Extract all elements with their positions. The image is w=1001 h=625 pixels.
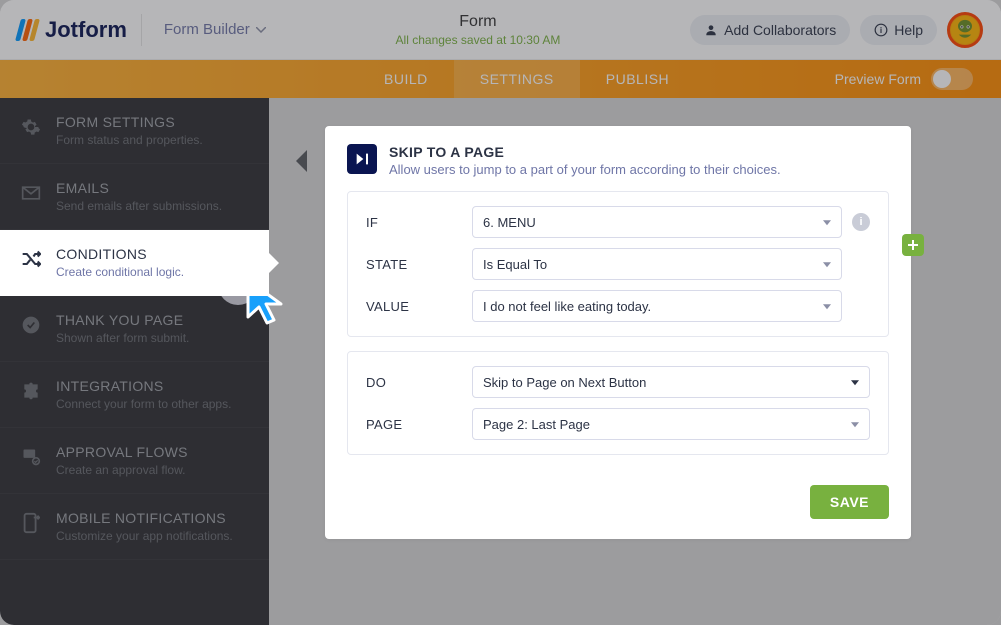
help-button[interactable]: i Help bbox=[860, 15, 937, 45]
condition-do-block: DO Skip to Page on Next Button PAGE Page… bbox=[347, 351, 889, 455]
tab-bar: BUILD SETTINGS PUBLISH Preview Form bbox=[0, 60, 1001, 98]
add-collaborators-button[interactable]: Add Collaborators bbox=[690, 15, 850, 45]
panel-subtitle: Allow users to jump to a part of your fo… bbox=[389, 162, 781, 177]
info-icon: i bbox=[874, 23, 888, 37]
do-label: DO bbox=[366, 375, 472, 390]
preview-label: Preview Form bbox=[835, 71, 921, 87]
condition-if-block: IF 6. MENU i STATE Is Equal To VALUE I d… bbox=[347, 191, 889, 337]
tab-build[interactable]: BUILD bbox=[358, 60, 454, 98]
chevron-down-icon bbox=[256, 27, 266, 33]
page-select[interactable]: Page 2: Last Page bbox=[472, 408, 870, 440]
puzzle-icon bbox=[20, 380, 42, 402]
sidebar-item-integrations[interactable]: INTEGRATIONS Connect your form to other … bbox=[0, 362, 269, 428]
svg-text:i: i bbox=[880, 25, 882, 34]
form-title[interactable]: Form bbox=[459, 13, 496, 30]
settings-sidebar: FORM SETTINGS Form status and properties… bbox=[0, 98, 269, 625]
sidebar-item-mobile-notifications[interactable]: MOBILE NOTIFICATIONS Customize your app … bbox=[0, 494, 269, 560]
sidebar-item-sub: Connect your form to other apps. bbox=[56, 397, 231, 411]
person-icon bbox=[704, 23, 718, 37]
avatar[interactable] bbox=[947, 12, 983, 48]
top-bar: Jotform Form Builder Form All changes sa… bbox=[0, 0, 1001, 60]
sidebar-item-sub: Create an approval flow. bbox=[56, 463, 188, 477]
page-label: PAGE bbox=[366, 417, 472, 432]
if-label: IF bbox=[366, 215, 472, 230]
plus-icon bbox=[907, 239, 919, 251]
sidebar-item-label: INTEGRATIONS bbox=[56, 378, 231, 394]
sidebar-item-label: APPROVAL FLOWS bbox=[56, 444, 188, 460]
sidebar-item-label: MOBILE NOTIFICATIONS bbox=[56, 510, 233, 526]
logo-mark-icon bbox=[18, 19, 37, 41]
sidebar-item-sub: Shown after form submit. bbox=[56, 331, 189, 345]
sidebar-item-sub: Customize your app notifications. bbox=[56, 529, 233, 543]
info-icon[interactable]: i bbox=[852, 213, 870, 231]
sidebar-item-sub: Create conditional logic. bbox=[56, 265, 184, 279]
value-select[interactable]: I do not feel like eating today. bbox=[472, 290, 842, 322]
check-circle-icon bbox=[20, 314, 42, 336]
value-label: VALUE bbox=[366, 299, 472, 314]
skip-page-icon bbox=[347, 144, 377, 174]
sidebar-item-emails[interactable]: EMAILS Send emails after submissions. bbox=[0, 164, 269, 230]
sidebar-item-label: THANK YOU PAGE bbox=[56, 312, 189, 328]
sidebar-item-form-settings[interactable]: FORM SETTINGS Form status and properties… bbox=[0, 98, 269, 164]
sidebar-item-label: CONDITIONS bbox=[56, 246, 184, 262]
panel-title: SKIP TO A PAGE bbox=[389, 144, 781, 160]
stamp-icon bbox=[20, 446, 42, 468]
phone-icon bbox=[20, 512, 42, 534]
shuffle-icon bbox=[20, 248, 42, 270]
condition-panel: SKIP TO A PAGE Allow users to jump to a … bbox=[325, 126, 911, 539]
preview-toggle[interactable] bbox=[931, 68, 973, 90]
sidebar-item-label: FORM SETTINGS bbox=[56, 114, 203, 130]
envelope-icon bbox=[20, 182, 42, 204]
sidebar-item-sub: Form status and properties. bbox=[56, 133, 203, 147]
builder-dropdown[interactable]: Form Builder bbox=[164, 21, 266, 38]
save-button[interactable]: SAVE bbox=[810, 485, 889, 519]
sidebar-item-approval-flows[interactable]: APPROVAL FLOWS Create an approval flow. bbox=[0, 428, 269, 494]
brand-name: Jotform bbox=[45, 17, 127, 43]
sidebar-item-sub: Send emails after submissions. bbox=[56, 199, 222, 213]
tab-settings[interactable]: SETTINGS bbox=[454, 60, 580, 98]
brand-logo[interactable]: Jotform bbox=[18, 17, 127, 43]
state-label: STATE bbox=[366, 257, 472, 272]
add-condition-button[interactable] bbox=[902, 234, 924, 256]
do-action-select[interactable]: Skip to Page on Next Button bbox=[472, 366, 870, 398]
sidebar-item-conditions[interactable]: CONDITIONS Create conditional logic. bbox=[0, 230, 269, 296]
back-button[interactable] bbox=[293, 148, 309, 181]
sidebar-item-label: EMAILS bbox=[56, 180, 222, 196]
gear-icon bbox=[20, 116, 42, 138]
if-field-select[interactable]: 6. MENU bbox=[472, 206, 842, 238]
save-status: All changes saved at 10:30 AM bbox=[266, 33, 690, 47]
tab-publish[interactable]: PUBLISH bbox=[580, 60, 695, 98]
chevron-left-icon bbox=[293, 148, 309, 174]
avatar-icon bbox=[951, 16, 979, 44]
sidebar-item-thank-you[interactable]: THANK YOU PAGE Shown after form submit. bbox=[0, 296, 269, 362]
state-select[interactable]: Is Equal To bbox=[472, 248, 842, 280]
